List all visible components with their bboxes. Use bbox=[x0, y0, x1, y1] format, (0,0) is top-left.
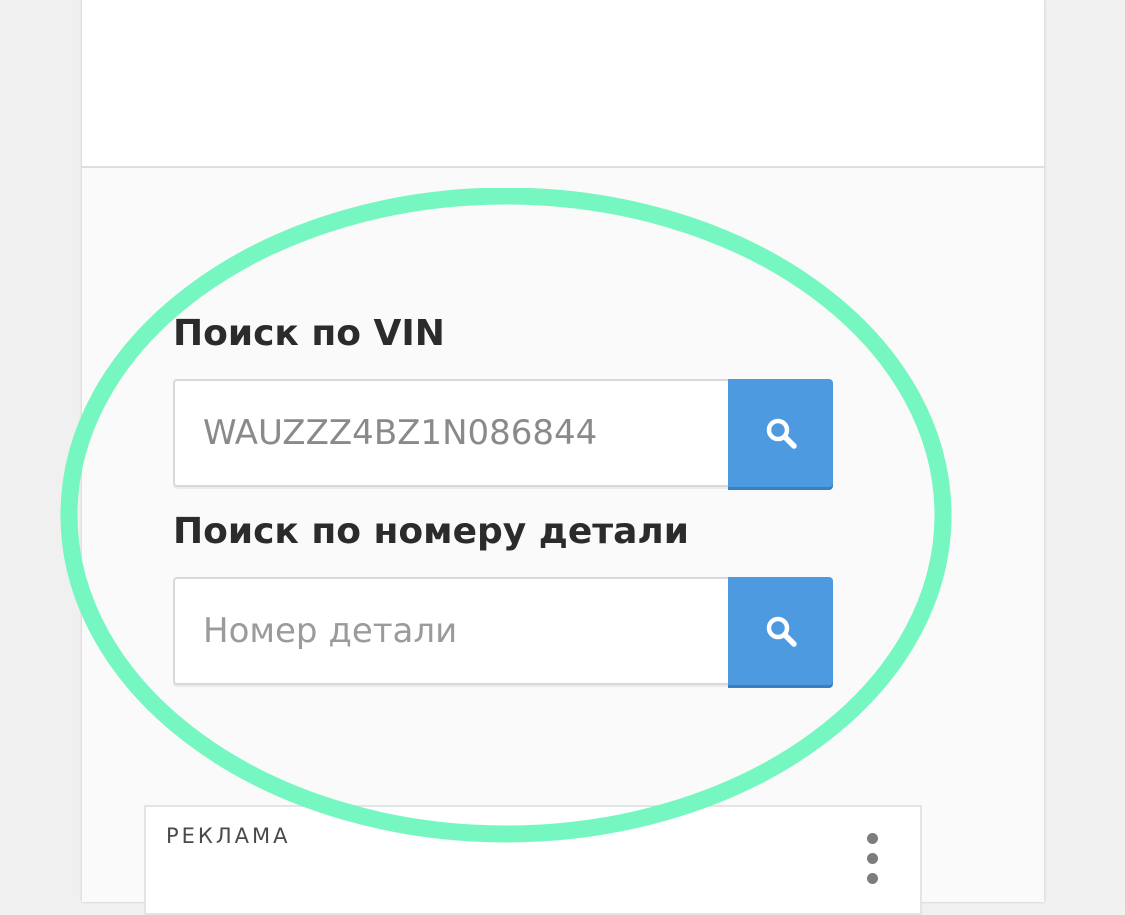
vin-search-group bbox=[173, 379, 833, 487]
part-search-group bbox=[173, 577, 833, 685]
part-number-input[interactable] bbox=[173, 577, 728, 685]
content-column: Поиск по VIN Поиск по номеру детали РЕКЛ… bbox=[82, 0, 1044, 915]
page-background-right bbox=[1044, 0, 1125, 902]
search-icon bbox=[766, 616, 797, 647]
vin-search-button[interactable] bbox=[728, 379, 833, 487]
top-panel bbox=[82, 0, 1044, 168]
page-background-left bbox=[0, 0, 82, 902]
ad-label: РЕКЛАМА bbox=[166, 824, 291, 848]
part-search-title: Поиск по номеру детали bbox=[173, 511, 689, 552]
vin-search-title: Поиск по VIN bbox=[173, 313, 445, 354]
part-search-button[interactable] bbox=[728, 577, 833, 685]
ad-block: РЕКЛАМА bbox=[144, 805, 922, 915]
vin-input[interactable] bbox=[173, 379, 728, 487]
more-vertical-icon[interactable] bbox=[862, 833, 884, 885]
search-icon bbox=[766, 418, 797, 449]
